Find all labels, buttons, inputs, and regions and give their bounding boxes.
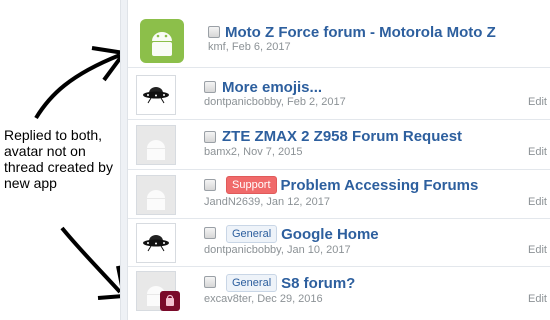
panel-divider (120, 0, 128, 320)
app-badge-icon (160, 291, 180, 311)
edit-link[interactable]: Edit (528, 146, 547, 158)
thread-title-line: General S8 forum? (226, 274, 355, 292)
thread-title-line: General Google Home (226, 225, 379, 243)
thread-author[interactable]: dontpanicbobby (204, 96, 281, 108)
default-android-icon[interactable] (136, 125, 176, 165)
ufo-icon[interactable] (136, 75, 176, 115)
thread-date[interactable]: Dec 29, 2016 (257, 293, 322, 305)
thread-meta: JandN2639, Jan 12, 2017 (204, 196, 331, 208)
thread-row: Support Problem Accessing Forums JandN263… (128, 170, 550, 219)
thread-row: Moto Z Force forum - Motorola Moto Z kmf… (128, 10, 550, 68)
thread-meta: kmf, Feb 6, 2017 (208, 41, 291, 53)
thread-title-link[interactable]: ZTE ZMAX 2 Z958 Forum Request (222, 128, 462, 145)
thread-title-line: Support Problem Accessing Forums (226, 176, 478, 194)
annotation-text: Replied to both, avatar not on thread cr… (4, 127, 113, 191)
thread-author[interactable]: dontpanicbobby (204, 244, 281, 256)
thread-list: Moto Z Force forum - Motorola Moto Z kmf… (128, 0, 550, 320)
annotation-panel: Replied to both, avatar not on thread cr… (0, 0, 122, 320)
thread-date[interactable]: Feb 6, 2017 (232, 41, 291, 53)
thread-checkbox[interactable] (204, 276, 216, 288)
thread-checkbox[interactable] (204, 179, 216, 191)
ufo-icon[interactable] (136, 223, 176, 263)
prefix-general[interactable]: General (226, 274, 278, 292)
thread-title-link[interactable]: Moto Z Force forum - Motorola Moto Z (225, 24, 496, 41)
thread-title-link[interactable]: S8 forum? (281, 275, 355, 292)
thread-date[interactable]: Jan 10, 2017 (287, 244, 351, 256)
thread-row: More emojis... dontpanicbobby, Feb 2, 20… (128, 69, 550, 120)
thread-date[interactable]: Nov 7, 2015 (243, 146, 302, 158)
thread-checkbox[interactable] (204, 227, 216, 239)
thread-author[interactable]: excav8ter (204, 293, 251, 305)
thread-date[interactable]: Feb 2, 2017 (287, 96, 346, 108)
thread-author[interactable]: JandN2639 (204, 196, 260, 208)
thread-title-link[interactable]: Problem Accessing Forums (281, 177, 479, 194)
arrow-up-right (34, 53, 121, 120)
edit-link[interactable]: Edit (528, 96, 547, 108)
thread-checkbox[interactable] (204, 81, 216, 93)
thread-title-link[interactable]: Google Home (281, 226, 379, 243)
edit-link[interactable]: Edit (528, 196, 547, 208)
thread-checkbox[interactable] (204, 131, 216, 143)
thread-row: ZTE ZMAX 2 Z958 Forum Request bamx2, Nov… (128, 120, 550, 170)
thread-meta: dontpanicbobby, Feb 2, 2017 (204, 96, 346, 108)
prefix-general[interactable]: General (226, 225, 278, 243)
default-android-icon[interactable] (136, 175, 176, 215)
arrow-down-right (60, 226, 122, 294)
edit-link[interactable]: Edit (528, 293, 547, 305)
thread-meta: dontpanicbobby, Jan 10, 2017 (204, 244, 351, 256)
thread-title-link[interactable]: More emojis... (222, 79, 322, 96)
thread-row: General Google Home dontpanicbobby, Jan 1… (128, 219, 550, 267)
edit-link[interactable]: Edit (528, 244, 547, 256)
thread-checkbox[interactable] (208, 26, 220, 38)
thread-author[interactable]: bamx2 (204, 146, 237, 158)
prefix-support[interactable]: Support (226, 176, 277, 194)
thread-meta: excav8ter, Dec 29, 2016 (204, 293, 323, 305)
thread-row: General S8 forum? excav8ter, Dec 29, 2016… (128, 267, 550, 320)
thread-author[interactable]: kmf (208, 41, 226, 53)
android-icon[interactable] (140, 19, 184, 63)
thread-date[interactable]: Jan 12, 2017 (266, 196, 330, 208)
thread-meta: bamx2, Nov 7, 2015 (204, 146, 303, 158)
